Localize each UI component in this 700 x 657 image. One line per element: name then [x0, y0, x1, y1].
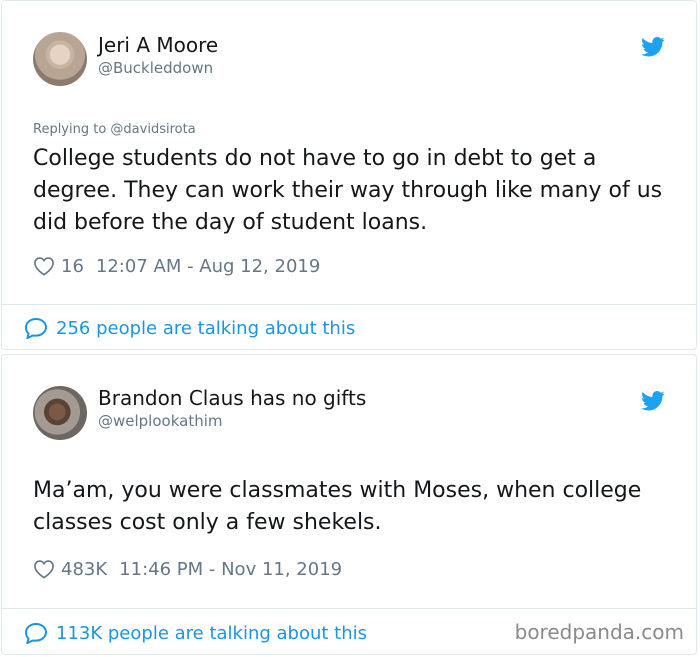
heart-icon[interactable] — [33, 256, 55, 276]
heart-icon[interactable] — [33, 559, 55, 579]
tweet-meta: 16 12:07 AM - Aug 12, 2019 — [33, 255, 320, 277]
twitter-bird-icon[interactable] — [641, 37, 665, 57]
divider — [2, 304, 696, 305]
avatar[interactable] — [33, 386, 87, 440]
conversation-link[interactable]: 113K people are talking about this — [24, 621, 367, 645]
display-name[interactable]: Brandon Claus has no gifts — [98, 386, 366, 410]
divider — [2, 608, 696, 609]
timestamp[interactable]: 11:46 PM - Nov 11, 2019 — [119, 559, 342, 580]
tweet-text: College students do not have to go in de… — [33, 146, 663, 235]
speech-bubble-icon — [24, 317, 48, 339]
avatar[interactable] — [33, 32, 87, 86]
watermark: boredpanda.com — [514, 620, 684, 644]
display-name[interactable]: Jeri A Moore — [98, 33, 218, 57]
user-handle[interactable]: @Buckleddown — [98, 59, 213, 77]
conversation-link[interactable]: 256 people are talking about this — [24, 316, 355, 340]
tweet-card: Jeri A Moore @Buckleddown Replying to @d… — [1, 0, 697, 350]
like-count[interactable]: 16 — [61, 256, 84, 277]
replying-to[interactable]: Replying to @davidsirota — [33, 122, 196, 137]
conversation-label: 256 people are talking about this — [56, 317, 356, 339]
speech-bubble-icon — [24, 622, 48, 644]
tweet-meta: 483K 11:46 PM - Nov 11, 2019 — [33, 558, 342, 580]
like-count[interactable]: 483K — [61, 559, 107, 580]
conversation-label: 113K people are talking about this — [56, 622, 368, 644]
timestamp[interactable]: 12:07 AM - Aug 12, 2019 — [96, 256, 320, 277]
twitter-bird-icon[interactable] — [641, 391, 665, 411]
tweet-text: Ma’am, you were classmates with Moses, w… — [33, 478, 642, 535]
user-handle[interactable]: @welplookathim — [98, 412, 223, 430]
tweet-card: Brandon Claus has no gifts @welplookathi… — [1, 354, 697, 655]
